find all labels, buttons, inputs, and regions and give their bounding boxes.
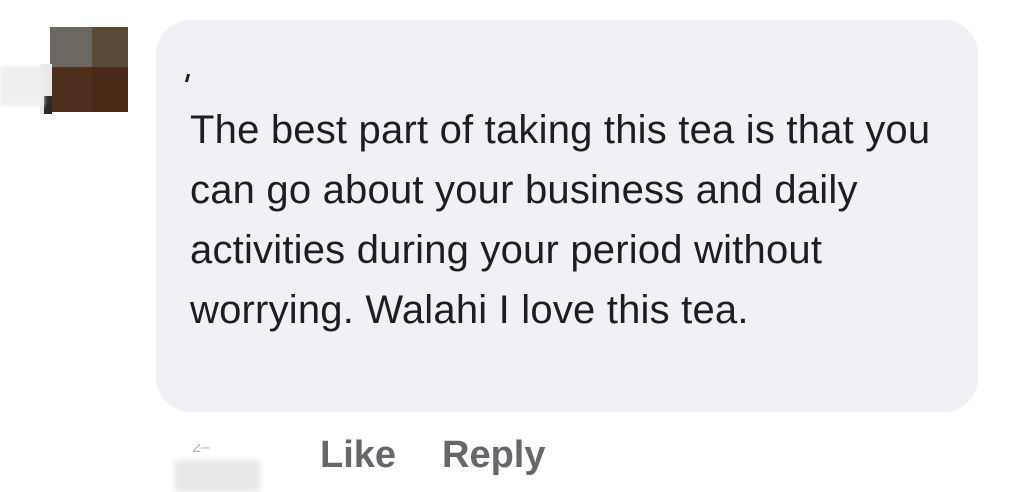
comment-bubble: The best part of taking this tea is that…	[156, 20, 978, 412]
avatar[interactable]	[40, 22, 128, 114]
like-button[interactable]: Like	[320, 434, 396, 477]
redaction-smudge	[174, 460, 260, 492]
avatar-redaction	[0, 66, 44, 106]
reply-button[interactable]: Reply	[442, 434, 545, 477]
timestamp-redaction: 2–	[172, 440, 260, 492]
commenter-name-remnant	[184, 74, 191, 82]
avatar-block	[92, 67, 128, 112]
timestamp[interactable]: 2–	[192, 444, 232, 452]
avatar-block	[92, 27, 128, 67]
avatar-block	[50, 67, 92, 112]
avatar-block	[44, 96, 52, 114]
comment-actions: 2– Like Reply	[172, 430, 772, 492]
avatar-block	[50, 27, 92, 67]
comment-text: The best part of taking this tea is that…	[190, 108, 931, 332]
